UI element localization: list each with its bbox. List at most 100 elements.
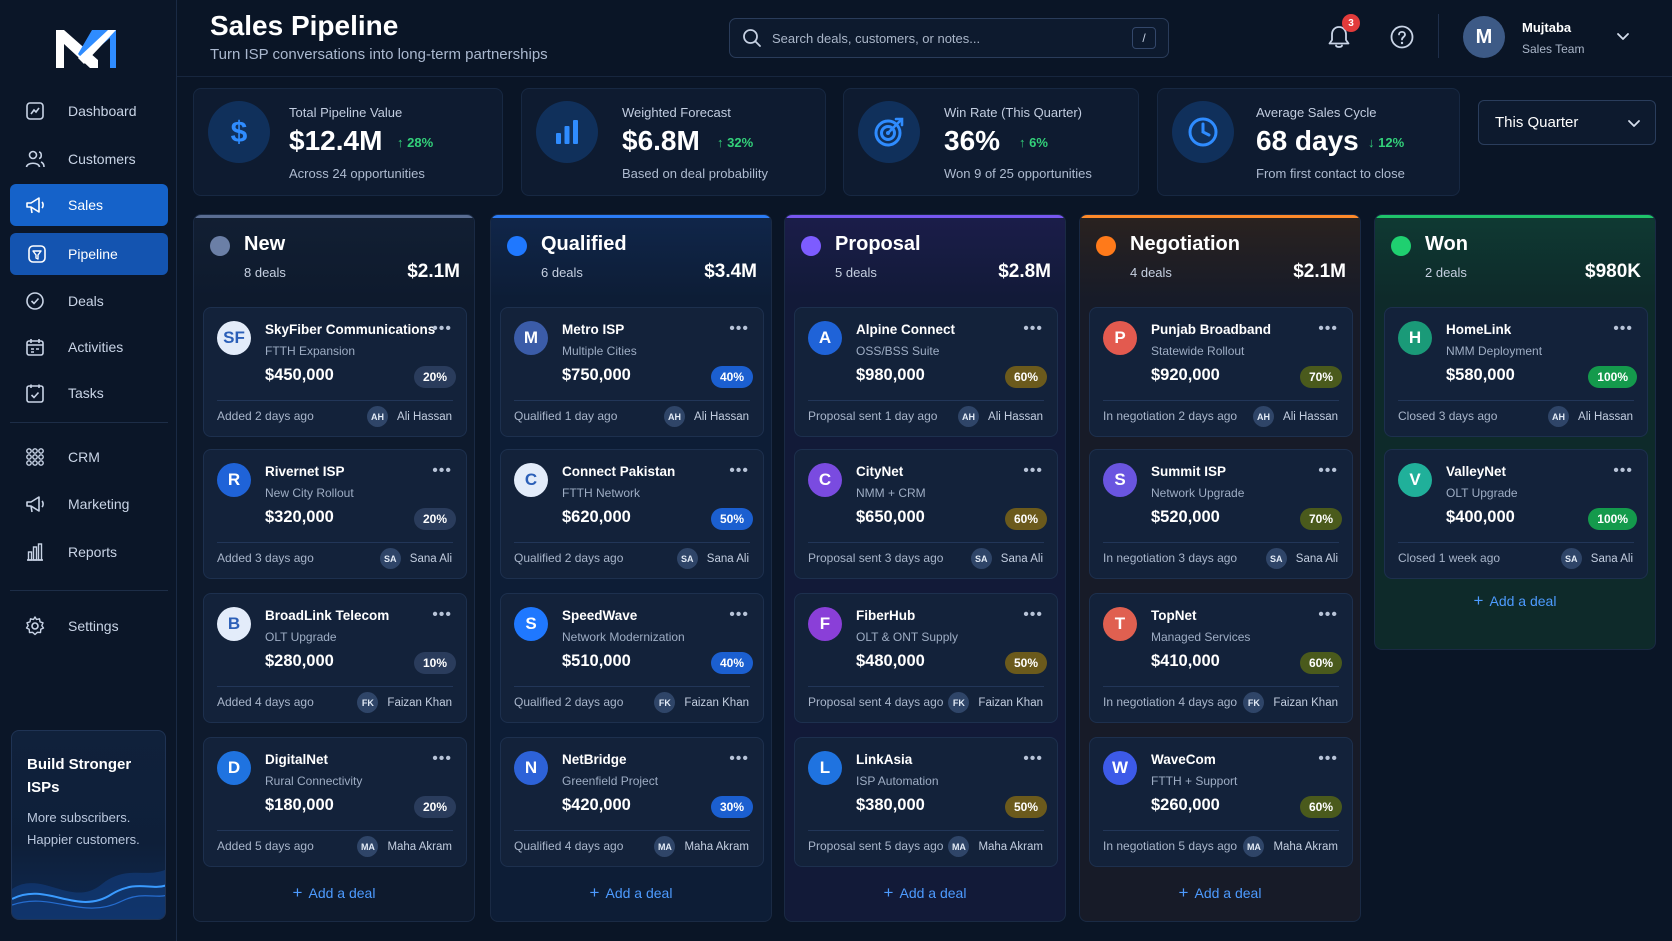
add-deal-button[interactable]: + Add a deal [1080,883,1360,903]
deal-description: FTTH + Support [1151,774,1238,788]
deal-card[interactable]: C Connect Pakistan FTTH Network ••• $620… [500,449,764,579]
users-icon [22,148,48,170]
stat-subtext: Across 24 opportunities [289,166,425,181]
stat-trend: ↓ 12% [1368,135,1405,150]
more-options-icon[interactable]: ••• [1613,320,1633,338]
chevron-down-icon[interactable] [1615,28,1631,44]
deal-company: Connect Pakistan [562,464,676,479]
help-icon[interactable] [1389,24,1415,50]
column-title: Qualified [541,233,627,255]
deal-card[interactable]: P Punjab Broadband Statewide Rollout •••… [1089,307,1353,437]
add-deal-button[interactable]: + Add a deal [1375,591,1655,611]
column-total: $3.4M [704,261,757,282]
deal-company: Metro ISP [562,322,625,337]
deal-description: New City Rollout [265,486,354,500]
period-select[interactable]: This Quarter [1478,100,1656,145]
search-bar[interactable]: / [729,18,1169,58]
grid-icon [22,446,48,468]
add-deal-label: Add a deal [605,885,673,901]
probability-badge: 30% [710,796,753,818]
sidebar-item-pipeline[interactable]: Pipeline [10,233,168,275]
deal-description: ISP Automation [856,774,939,788]
more-options-icon[interactable]: ••• [1023,462,1043,480]
more-options-icon[interactable]: ••• [1318,320,1338,338]
stat-card: Average Sales Cycle 68 days ↓ 12% From f… [1157,88,1460,196]
company-avatar: H [1398,321,1432,355]
sidebar-item-crm[interactable]: CRM [10,436,168,478]
plus-icon: + [1473,591,1484,610]
stat-subtext: Won 9 of 25 opportunities [944,166,1092,181]
deal-card[interactable]: W WaveCom FTTH + Support ••• $260,000 60… [1089,737,1353,867]
deal-description: Network Upgrade [1151,486,1245,500]
more-options-icon[interactable]: ••• [432,462,452,480]
sidebar-item-activities[interactable]: Activities [10,326,168,368]
sidebar-item-marketing[interactable]: Marketing [10,483,168,525]
deal-card[interactable]: R Rivernet ISP New City Rollout ••• $320… [203,449,467,579]
more-options-icon[interactable]: ••• [1318,462,1338,480]
more-options-icon[interactable]: ••• [729,462,749,480]
more-options-icon[interactable]: ••• [432,606,452,624]
more-options-icon[interactable]: ••• [1318,750,1338,768]
target-icon [858,101,920,163]
more-options-icon[interactable]: ••• [1023,320,1043,338]
sidebar-item-reports[interactable]: Reports [10,531,168,573]
sidebar-item-tasks[interactable]: Tasks [10,372,168,414]
deal-card[interactable]: N NetBridge Greenfield Project ••• $420,… [500,737,764,867]
more-options-icon[interactable]: ••• [1023,750,1043,768]
sidebar-item-sales[interactable]: Sales [10,184,168,226]
deal-company: Alpine Connect [856,322,956,337]
add-deal-button[interactable]: + Add a deal [785,883,1065,903]
svg-text:$: $ [231,116,248,149]
more-options-icon[interactable]: ••• [1318,606,1338,624]
add-deal-button[interactable]: + Add a deal [491,883,771,903]
card-divider [808,400,1044,401]
deal-card[interactable]: C CityNet NMM + CRM ••• $650,000 60% Pro… [794,449,1058,579]
sidebar-item-deals[interactable]: Deals [10,280,168,322]
probability-badge: 20% [413,796,456,818]
more-options-icon[interactable]: ••• [432,320,452,338]
deal-description: Greenfield Project [562,774,659,788]
user-name[interactable]: Mujtaba [1522,20,1571,35]
deal-card[interactable]: D DigitalNet Rural Connectivity ••• $180… [203,737,467,867]
more-options-icon[interactable]: ••• [729,750,749,768]
deal-card[interactable]: L LinkAsia ISP Automation ••• $380,000 5… [794,737,1058,867]
user-avatar[interactable]: M [1463,16,1505,58]
deal-card[interactable]: T TopNet Managed Services ••• $410,000 6… [1089,593,1353,723]
sidebar-item-settings[interactable]: Settings [10,605,168,647]
calendar-icon [22,336,48,358]
more-options-icon[interactable]: ••• [1023,606,1043,624]
deal-company: WaveCom [1151,752,1216,767]
column-deal-count: 4 deals [1130,265,1172,280]
more-options-icon[interactable]: ••• [729,606,749,624]
deal-card[interactable]: A Alpine Connect OSS/BSS Suite ••• $980,… [794,307,1058,437]
sidebar-item-dashboard[interactable]: Dashboard [10,90,168,132]
deal-card[interactable]: H HomeLink NMM Deployment ••• $580,000 1… [1384,307,1648,437]
deal-card[interactable]: S Summit ISP Network Upgrade ••• $520,00… [1089,449,1353,579]
stat-value: $6.8M [622,125,700,156]
deal-owner: FK Faizan Khan [654,692,749,713]
deal-card[interactable]: S SpeedWave Network Modernization ••• $5… [500,593,764,723]
deal-amount: $320,000 [265,508,334,526]
sidebar-item-label: Customers [68,151,136,167]
plus-icon: + [292,883,303,902]
card-divider [217,542,453,543]
sidebar-item-customers[interactable]: Customers [10,138,168,180]
search-input[interactable] [772,30,1132,46]
deal-card[interactable]: M Metro ISP Multiple Cities ••• $750,000… [500,307,764,437]
deal-card[interactable]: SF SkyFiber Communications FTTH Expansio… [203,307,467,437]
more-options-icon[interactable]: ••• [432,750,452,768]
deal-card[interactable]: B BroadLink Telecom OLT Upgrade ••• $280… [203,593,467,723]
wave-graphic [12,869,165,919]
deal-card[interactable]: F FiberHub OLT & ONT Supply ••• $480,000… [794,593,1058,723]
stat-label: Win Rate (This Quarter) [944,105,1082,120]
add-deal-button[interactable]: + Add a deal [194,883,474,903]
more-options-icon[interactable]: ••• [729,320,749,338]
deal-owner: SA Sana Ali [970,548,1043,569]
deal-amount: $450,000 [265,366,334,384]
deal-timestamp: Qualified 4 days ago [514,839,624,853]
plus-icon: + [589,883,600,902]
deal-card[interactable]: V ValleyNet OLT Upgrade ••• $400,000 100… [1384,449,1648,579]
stat-value: 36% [944,125,1001,156]
probability-badge: 50% [1004,796,1047,818]
more-options-icon[interactable]: ••• [1613,462,1633,480]
